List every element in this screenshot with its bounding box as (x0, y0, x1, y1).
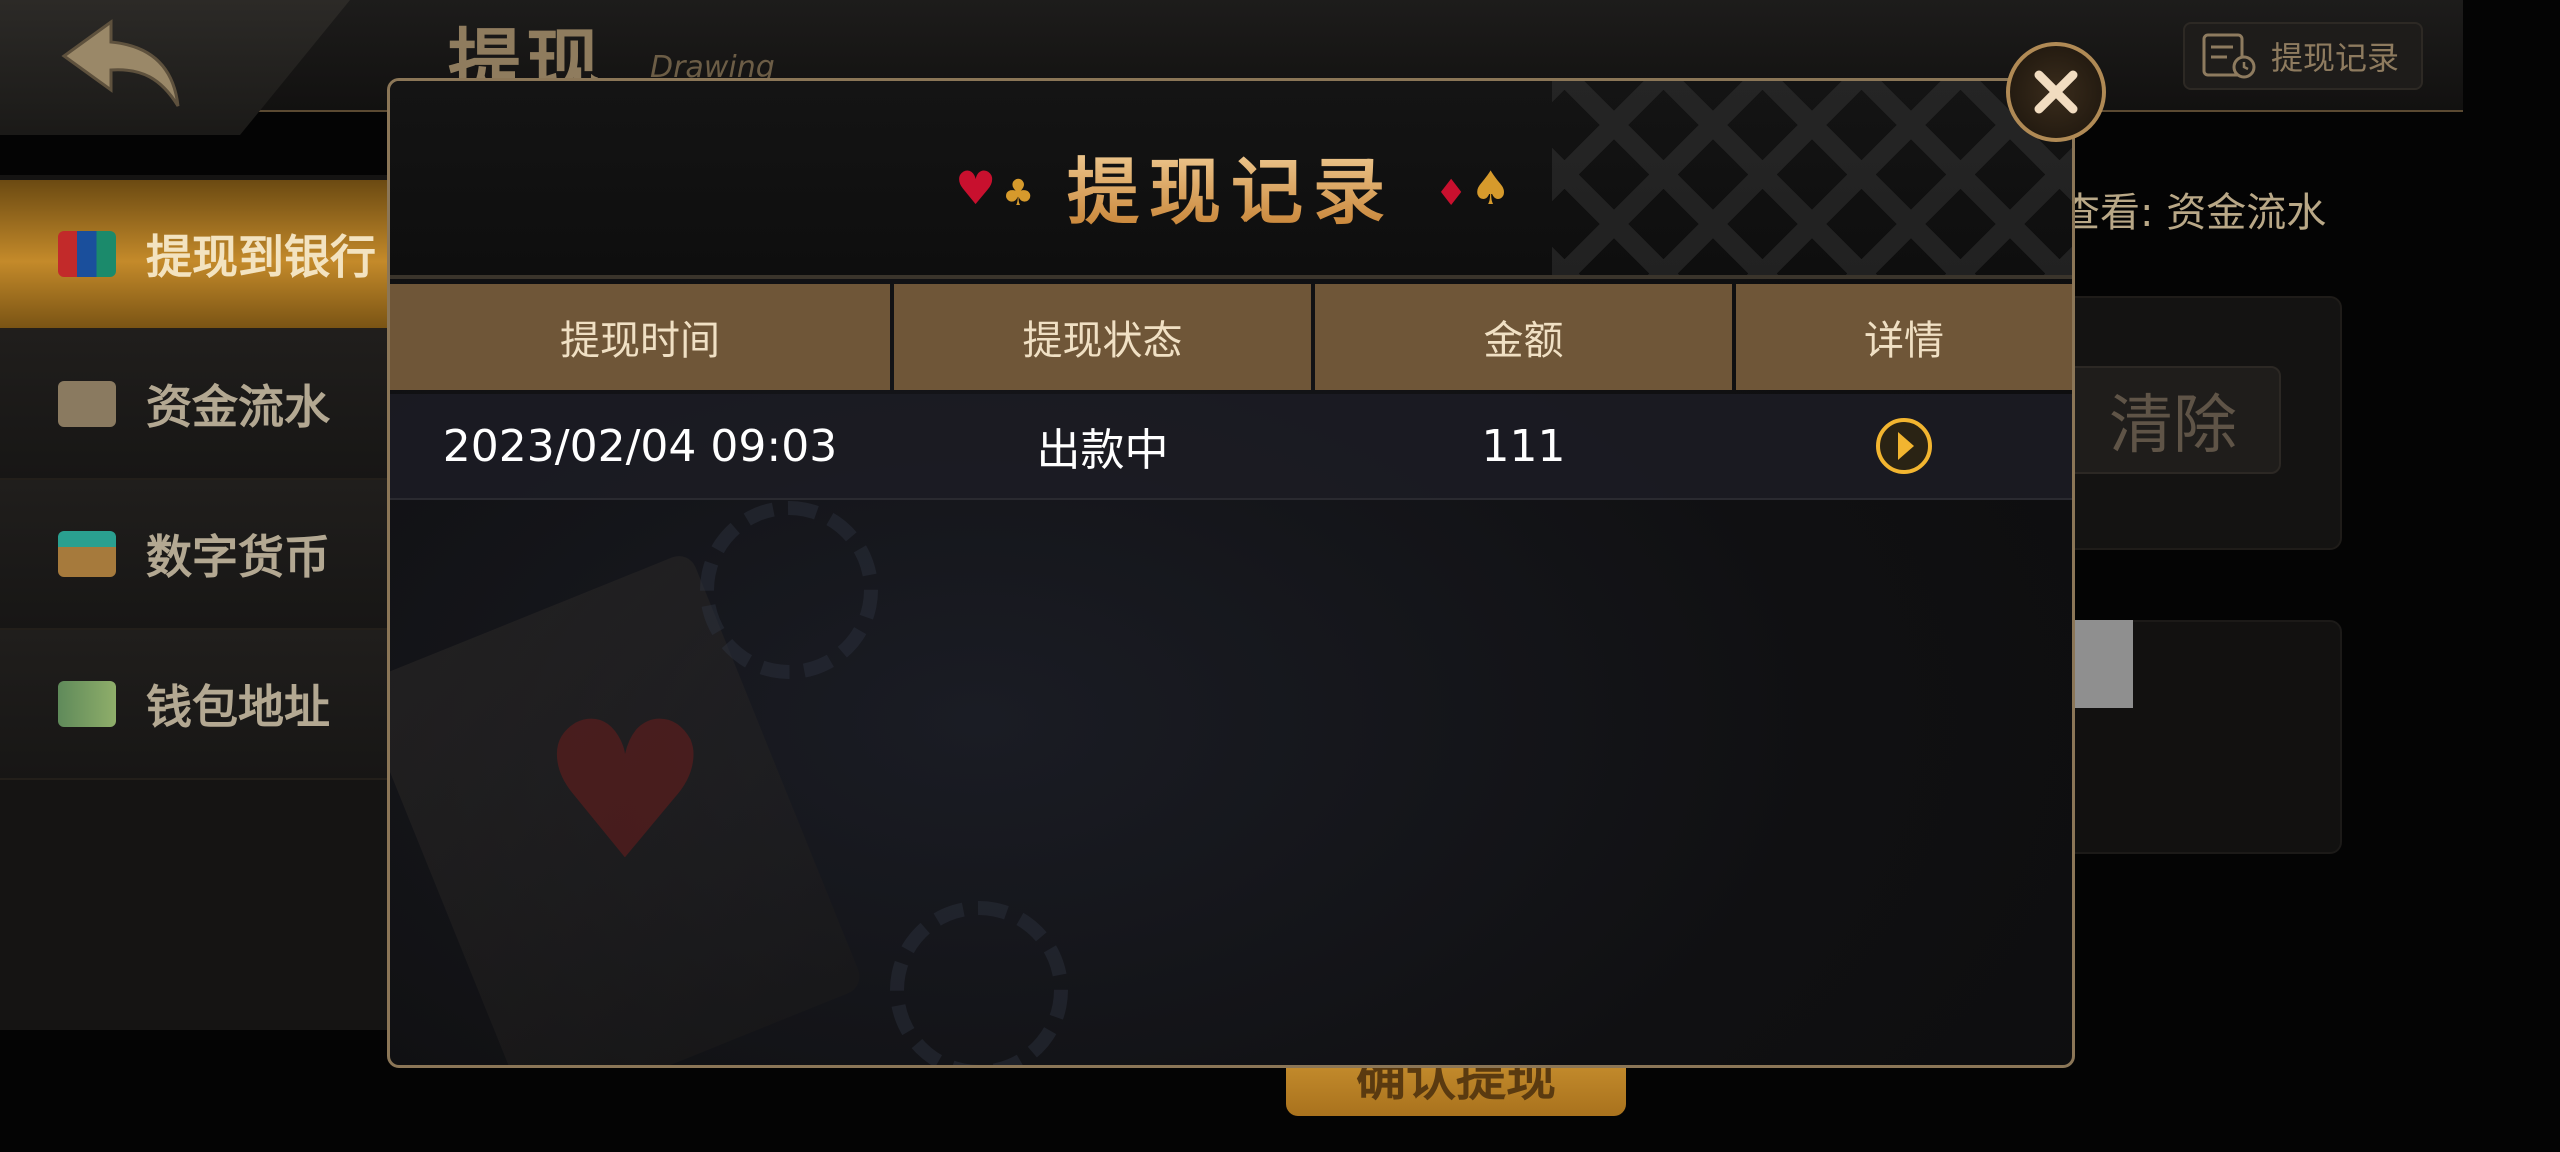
funds-ledger-icon (58, 381, 116, 427)
clear-button[interactable]: 清除 (2065, 366, 2281, 474)
column-header-time: 提现时间 (390, 284, 890, 390)
decorative-heart-icon: ♥ (540, 681, 711, 902)
wallet-yen-icon (58, 531, 116, 577)
decorative-chip-icon (890, 901, 1068, 1065)
table-header: 提现时间 提现状态 金额 详情 (390, 284, 2072, 390)
column-header-status: 提现状态 (894, 284, 1311, 390)
close-icon (2034, 70, 2078, 114)
unionpay-card-icon (58, 231, 116, 277)
withdraw-records-button[interactable]: 提现记录 (2183, 22, 2423, 90)
back-arrow-icon[interactable] (56, 14, 186, 114)
withdraw-records-dialog: ♥ ♥ ♣ 提现记录 ♦ ♠ 提现时间 提现状态 金额 详情 2023/02/0… (387, 78, 2075, 1068)
sidebar-item-label: 资金流水 (146, 380, 330, 434)
sidebar-item-digital-currency[interactable]: 数字货币 (0, 480, 392, 630)
chevron-right-circle-icon[interactable] (1874, 416, 1934, 476)
cell-status: 出款中 (1036, 425, 1169, 476)
cell-amount: 111 (1481, 420, 1566, 472)
dialog-title: 提现记录 (390, 133, 2072, 238)
funds-flow-hint[interactable]: 查看: 资金流水 (2060, 180, 2326, 238)
map-pin-icon (58, 681, 116, 727)
column-header-detail: 详情 (1736, 284, 2072, 390)
cell-detail (1736, 394, 2072, 498)
sidebar-item-wallet-address[interactable]: 钱包地址 (0, 630, 392, 780)
withdraw-records-label: 提现记录 (2271, 39, 2400, 77)
sidebar-item-bank-withdraw[interactable]: 提现到银行 (0, 180, 392, 330)
diamond-suit-icon: ♦ (1435, 173, 1468, 214)
records-list-icon (2202, 33, 2256, 79)
decorative-chip-icon (700, 501, 878, 679)
sidebar: 提现到银行 资金流水 数字货币 钱包地址 (0, 175, 392, 1030)
close-dialog-button[interactable] (2006, 42, 2106, 142)
table-row: 2023/02/04 09:03 出款中 111 (390, 394, 2072, 500)
spade-suit-icon: ♠ (1470, 161, 1512, 215)
dialog-header: ♥ ♣ 提现记录 ♦ ♠ (390, 81, 2072, 279)
cell-time: 2023/02/04 09:03 (442, 420, 838, 472)
column-header-amount: 金额 (1315, 284, 1732, 390)
sidebar-item-label: 钱包地址 (146, 680, 330, 734)
sidebar-item-label: 数字货币 (146, 530, 330, 584)
sidebar-item-funds-flow[interactable]: 资金流水 (0, 330, 392, 480)
sidebar-item-label: 提现到银行 (146, 230, 376, 284)
